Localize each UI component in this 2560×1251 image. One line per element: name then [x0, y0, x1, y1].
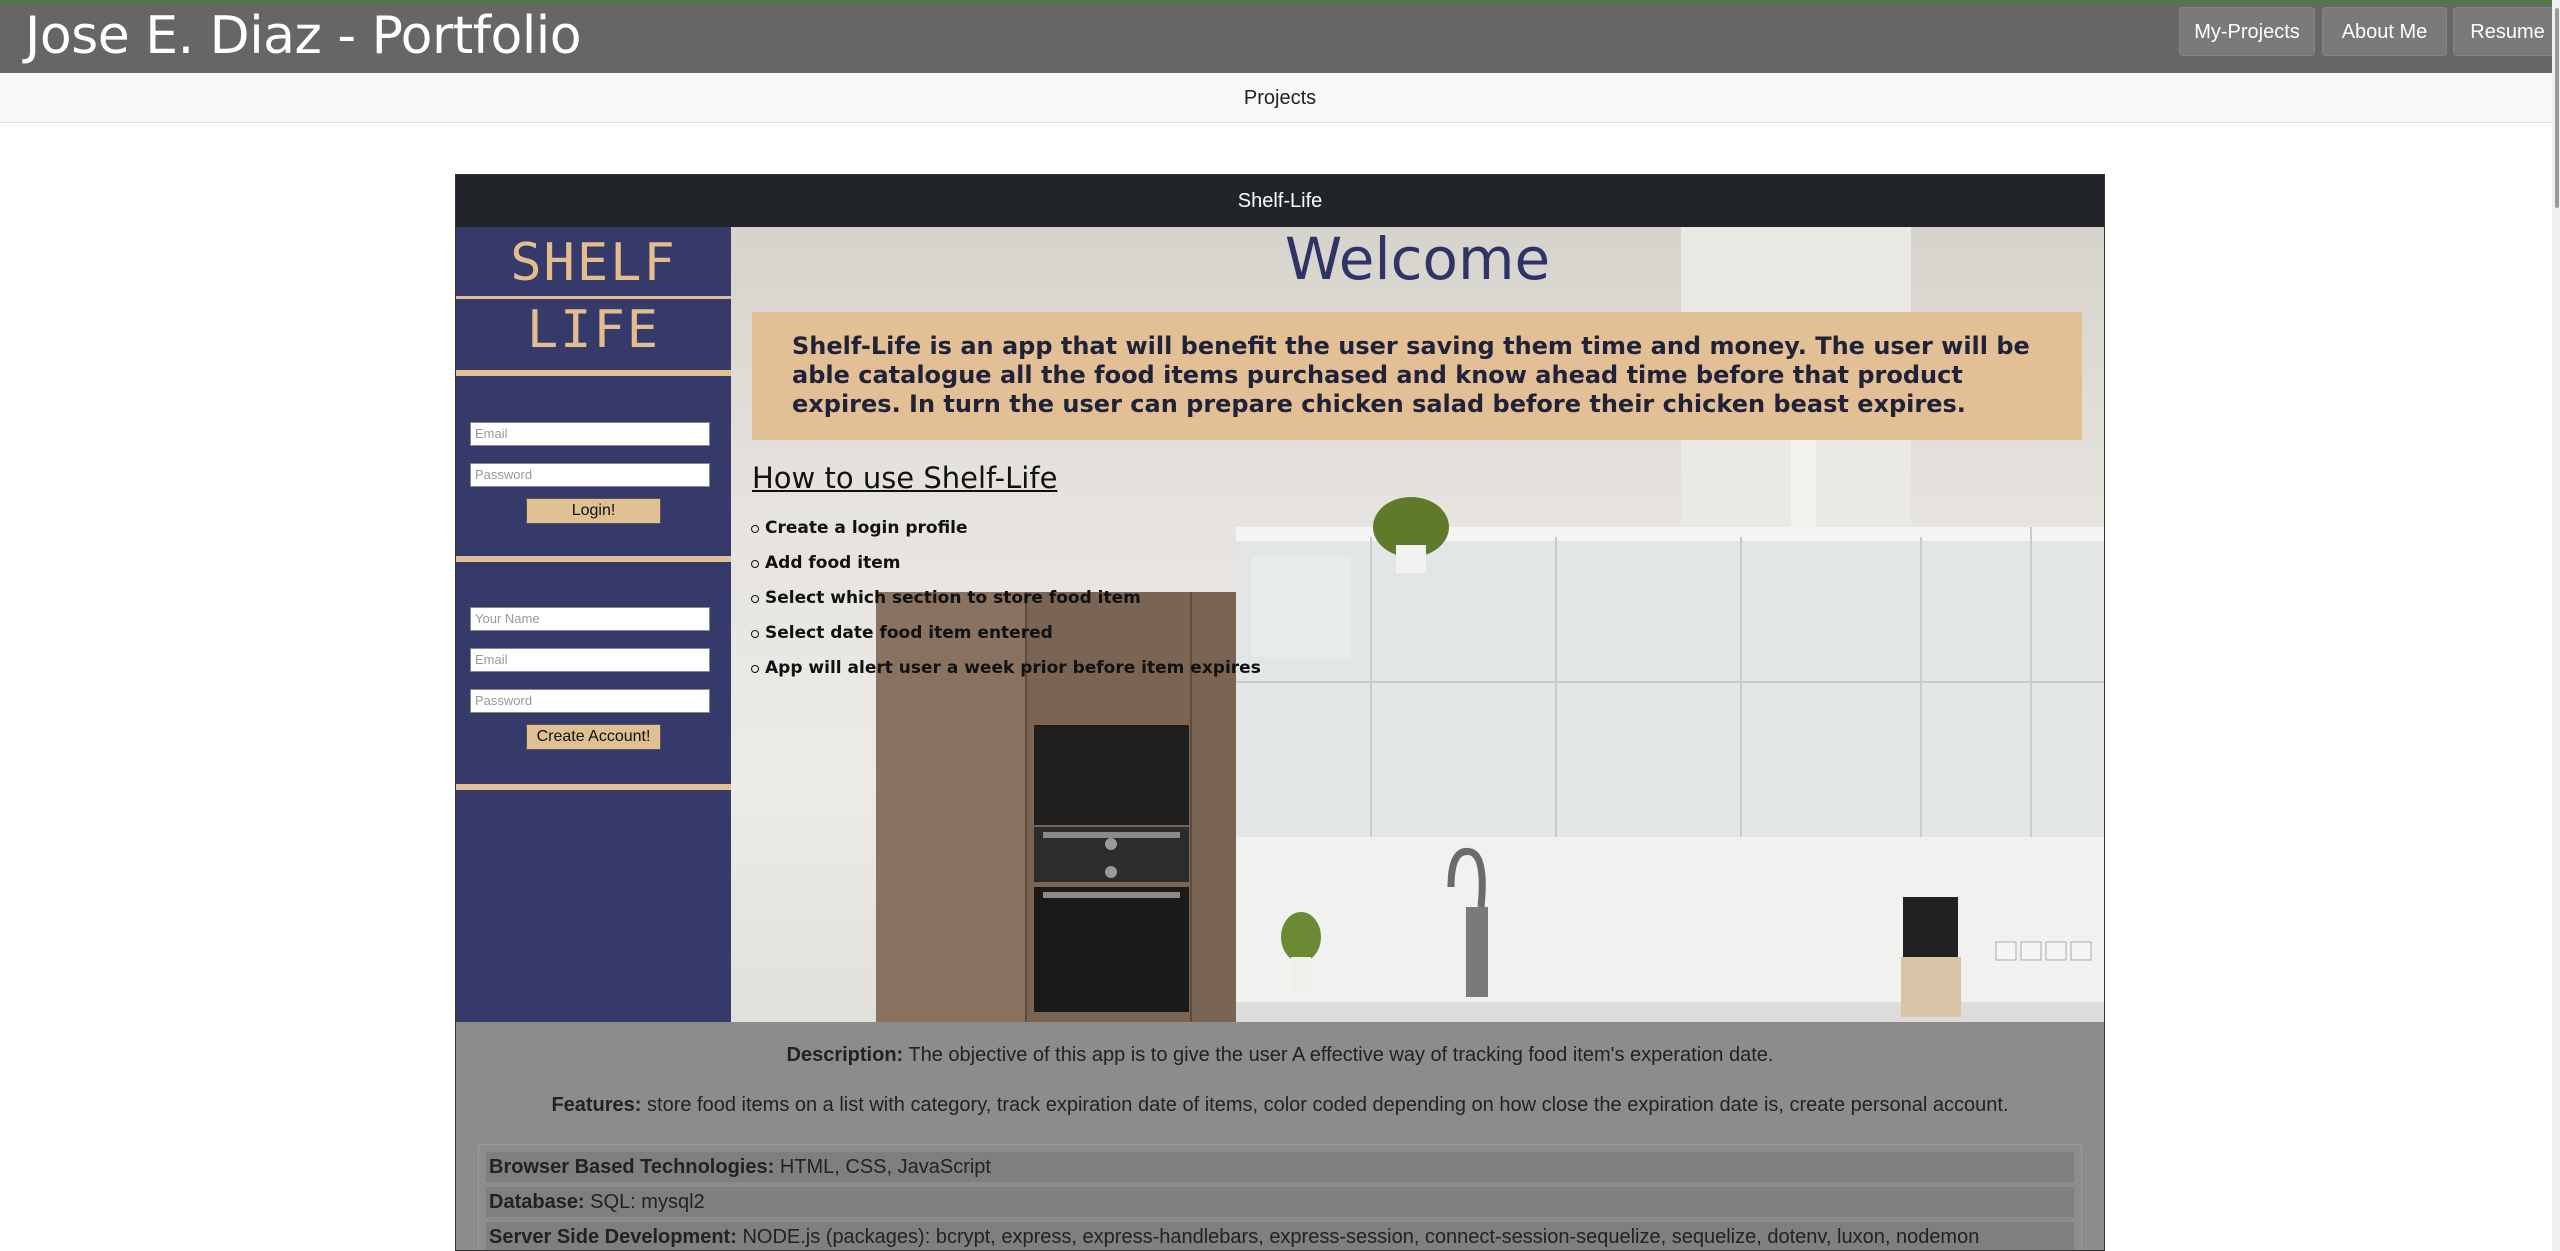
tech-label: Server Side Development: [489, 1226, 737, 1248]
projects-subnav: Projects [0, 73, 2560, 123]
logo-divider [456, 296, 731, 299]
signup-name-field[interactable]: Your Name [470, 607, 710, 631]
nav-resume-button[interactable]: Resume [2453, 7, 2560, 56]
list-item: Add food item [751, 546, 1261, 581]
projects-link[interactable]: Projects [1244, 87, 1316, 109]
app-intro-box: Shelf-Life is an app that will benefit t… [752, 312, 2082, 440]
scrollbar-thumb[interactable] [2555, 8, 2559, 208]
signup-password-field[interactable]: Password [470, 689, 710, 713]
description-text: The objective of this app is to give the… [908, 1044, 1774, 1066]
tech-row: Server Side Development: NODE.js (packag… [486, 1222, 2074, 1250]
kitchen-background-image: Welcome Shelf-Life is an app that will b… [731, 227, 2104, 1022]
tech-value: NODE.js (packages): bcrypt, express, exp… [742, 1226, 1980, 1248]
tech-row: Database: SQL: mysql2 [486, 1187, 2074, 1217]
login-email-field[interactable]: Email [470, 422, 710, 446]
features-text: store food items on a list with category… [647, 1094, 2009, 1116]
app-logo-line2: LIFE [526, 300, 661, 360]
project-card-title: Shelf-Life [456, 175, 2104, 227]
project-details: Description: The objective of this app i… [456, 1022, 2104, 1250]
tech-label: Database: [489, 1191, 585, 1213]
tech-list: Browser Based Technologies: HTML, CSS, J… [478, 1144, 2082, 1250]
project-screenshot: SHELF LIFE Email Password Login! Your Na… [456, 227, 2104, 1022]
list-item: Select which section to store food item [751, 581, 1261, 616]
nav-about-me-button[interactable]: About Me [2322, 7, 2447, 56]
tech-label: Browser Based Technologies: [489, 1156, 775, 1178]
site-title[interactable]: Jose E. Diaz - Portfolio [25, 6, 582, 66]
section-divider [456, 370, 731, 376]
app-sidebar: SHELF LIFE Email Password Login! Your Na… [456, 227, 731, 1022]
tech-value: HTML, CSS, JavaScript [779, 1156, 991, 1178]
description-label: Description: [786, 1044, 904, 1066]
top-navbar: Jose E. Diaz - Portfolio My-Projects Abo… [0, 0, 2560, 73]
features-line: Features: store food items on a list wit… [456, 1094, 2104, 1117]
howto-heading: How to use Shelf-Life [752, 461, 1058, 495]
list-item: Create a login profile [751, 511, 1261, 546]
list-item: Select date food item entered [751, 616, 1261, 651]
list-item: App will alert user a week prior before … [751, 651, 1261, 686]
signup-email-field[interactable]: Email [470, 648, 710, 672]
description-line: Description: The objective of this app i… [456, 1044, 2104, 1067]
howto-steps: Create a login profile Add food item Sel… [751, 511, 1261, 686]
welcome-heading: Welcome [1284, 227, 1551, 293]
page-scrollbar[interactable] [2552, 0, 2560, 1251]
tech-row: Browser Based Technologies: HTML, CSS, J… [486, 1152, 2074, 1182]
features-label: Features: [551, 1094, 642, 1116]
section-divider [456, 556, 731, 562]
tech-value: SQL: mysql2 [590, 1191, 705, 1213]
project-card: Shelf-Life SHELF LIFE Email Password Log… [455, 174, 2105, 1251]
login-button[interactable]: Login! [526, 498, 661, 524]
nav-my-projects-button[interactable]: My-Projects [2179, 7, 2315, 56]
login-password-field[interactable]: Password [470, 463, 710, 487]
app-logo-line1: SHELF [510, 233, 677, 293]
create-account-button[interactable]: Create Account! [526, 724, 661, 750]
section-divider [456, 784, 731, 790]
